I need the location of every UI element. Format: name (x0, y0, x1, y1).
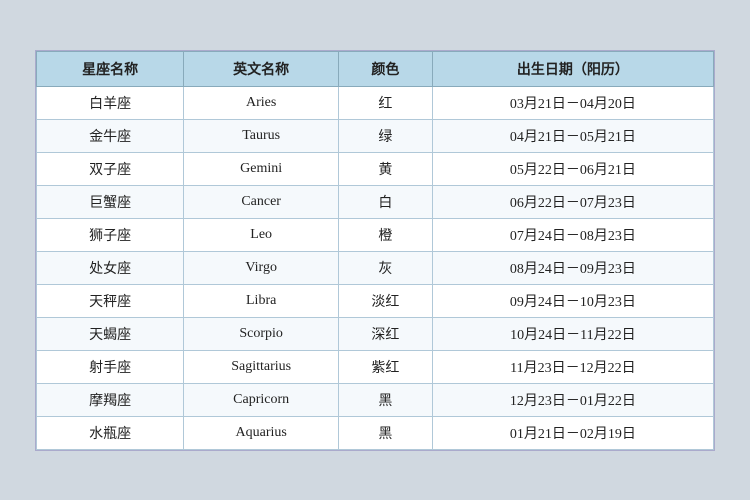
table-cell: Taurus (184, 119, 339, 152)
col-header-color: 颜色 (339, 51, 433, 86)
table-cell: 04月21日－05月21日 (432, 119, 713, 152)
table-cell: 巨蟹座 (37, 185, 184, 218)
col-header-birthday: 出生日期（阳历） (432, 51, 713, 86)
table-cell: 08月24日－09月23日 (432, 251, 713, 284)
table-row: 天秤座Libra淡红09月24日－10月23日 (37, 284, 714, 317)
table-row: 水瓶座Aquarius黑01月21日－02月19日 (37, 416, 714, 449)
table-cell: 金牛座 (37, 119, 184, 152)
table-row: 白羊座Aries红03月21日－04月20日 (37, 86, 714, 119)
table-cell: 处女座 (37, 251, 184, 284)
table-cell: 黑 (339, 383, 433, 416)
table-cell: 淡红 (339, 284, 433, 317)
table-row: 天蝎座Scorpio深红10月24日－11月22日 (37, 317, 714, 350)
table-cell: 白 (339, 185, 433, 218)
table-row: 狮子座Leo橙07月24日－08月23日 (37, 218, 714, 251)
table-cell: 11月23日－12月22日 (432, 350, 713, 383)
table-cell: 水瓶座 (37, 416, 184, 449)
table-cell: 红 (339, 86, 433, 119)
table-cell: 摩羯座 (37, 383, 184, 416)
table-cell: Capricorn (184, 383, 339, 416)
table-cell: 紫红 (339, 350, 433, 383)
table-cell: 天秤座 (37, 284, 184, 317)
table-row: 摩羯座Capricorn黑12月23日－01月22日 (37, 383, 714, 416)
table-row: 处女座Virgo灰08月24日－09月23日 (37, 251, 714, 284)
zodiac-table-container: 星座名称 英文名称 颜色 出生日期（阳历） 白羊座Aries红03月21日－04… (35, 50, 715, 451)
table-cell: 橙 (339, 218, 433, 251)
table-cell: Sagittarius (184, 350, 339, 383)
table-row: 金牛座Taurus绿04月21日－05月21日 (37, 119, 714, 152)
table-cell: 05月22日－06月21日 (432, 152, 713, 185)
table-cell: 射手座 (37, 350, 184, 383)
table-row: 巨蟹座Cancer白06月22日－07月23日 (37, 185, 714, 218)
table-cell: 黄 (339, 152, 433, 185)
table-header-row: 星座名称 英文名称 颜色 出生日期（阳历） (37, 51, 714, 86)
table-cell: 黑 (339, 416, 433, 449)
table-cell: 01月21日－02月19日 (432, 416, 713, 449)
zodiac-table: 星座名称 英文名称 颜色 出生日期（阳历） 白羊座Aries红03月21日－04… (36, 51, 714, 450)
table-cell: Aquarius (184, 416, 339, 449)
col-header-chinese-name: 星座名称 (37, 51, 184, 86)
table-cell: 白羊座 (37, 86, 184, 119)
table-cell: 07月24日－08月23日 (432, 218, 713, 251)
table-cell: 天蝎座 (37, 317, 184, 350)
table-cell: 10月24日－11月22日 (432, 317, 713, 350)
table-row: 双子座Gemini黄05月22日－06月21日 (37, 152, 714, 185)
table-cell: Leo (184, 218, 339, 251)
table-row: 射手座Sagittarius紫红11月23日－12月22日 (37, 350, 714, 383)
table-cell: 03月21日－04月20日 (432, 86, 713, 119)
table-cell: Scorpio (184, 317, 339, 350)
table-cell: 双子座 (37, 152, 184, 185)
table-cell: Gemini (184, 152, 339, 185)
table-cell: 狮子座 (37, 218, 184, 251)
table-cell: Aries (184, 86, 339, 119)
table-cell: Cancer (184, 185, 339, 218)
table-cell: 06月22日－07月23日 (432, 185, 713, 218)
table-cell: 灰 (339, 251, 433, 284)
table-cell: 绿 (339, 119, 433, 152)
table-cell: Virgo (184, 251, 339, 284)
table-cell: 09月24日－10月23日 (432, 284, 713, 317)
col-header-english-name: 英文名称 (184, 51, 339, 86)
table-cell: Libra (184, 284, 339, 317)
table-cell: 深红 (339, 317, 433, 350)
table-cell: 12月23日－01月22日 (432, 383, 713, 416)
